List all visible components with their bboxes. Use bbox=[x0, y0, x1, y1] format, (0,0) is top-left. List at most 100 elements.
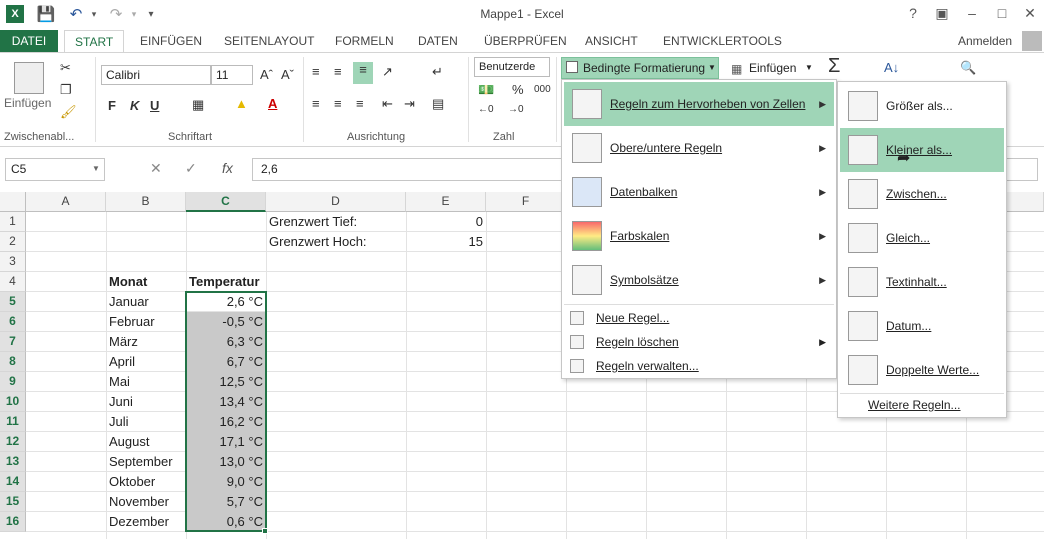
wrap-text-icon[interactable]: ↵ bbox=[432, 64, 443, 80]
sort-filter-icon[interactable]: A↓ bbox=[884, 60, 899, 75]
close-button[interactable]: ✕ bbox=[1020, 5, 1040, 22]
align-top-icon[interactable]: ≡ bbox=[312, 64, 320, 79]
comma-style-button[interactable]: 000 bbox=[534, 84, 551, 95]
borders-icon[interactable]: ▦ bbox=[192, 97, 204, 113]
font-color-icon[interactable]: A bbox=[268, 96, 277, 111]
insert-function-icon[interactable]: fx bbox=[222, 160, 233, 176]
menu-item-top-bottom-rules[interactable]: Obere/untere Regeln ▶ bbox=[564, 126, 834, 170]
menu-item-clear-rules[interactable]: Regeln löschen ▶ bbox=[564, 330, 834, 354]
copy-icon[interactable]: ❐ bbox=[60, 82, 72, 98]
cell-d1[interactable]: Grenzwert Tief: bbox=[266, 212, 406, 232]
cell-month[interactable]: Oktober bbox=[106, 472, 186, 492]
row-header-7[interactable]: 7 bbox=[0, 332, 26, 352]
align-left-icon[interactable]: ≡ bbox=[312, 96, 320, 111]
col-header-c[interactable]: C bbox=[186, 192, 266, 212]
cell-e2[interactable]: 15 bbox=[406, 232, 486, 252]
name-box-dropdown-icon[interactable]: ▼ bbox=[92, 164, 100, 173]
tab-start[interactable]: START bbox=[64, 30, 125, 52]
row-header-1[interactable]: 1 bbox=[0, 212, 26, 232]
submenu-item-more-rules[interactable]: Weitere Regeln... bbox=[868, 398, 961, 412]
decrease-font-icon[interactable]: Aˇ bbox=[281, 67, 294, 82]
menu-item-data-bars[interactable]: Datenbalken ▶ bbox=[564, 170, 834, 214]
col-header-f[interactable]: F bbox=[486, 192, 566, 212]
row-header-8[interactable]: 8 bbox=[0, 352, 26, 372]
submenu-item-less-than[interactable]: Kleiner als... bbox=[840, 128, 1004, 172]
row-header-16[interactable]: 16 bbox=[0, 512, 26, 532]
percent-button[interactable]: % bbox=[512, 82, 524, 97]
decrease-indent-icon[interactable]: ⇤ bbox=[382, 96, 393, 112]
cell-b4[interactable]: Monat bbox=[106, 272, 186, 292]
col-header-d[interactable]: D bbox=[266, 192, 406, 212]
row-header-5[interactable]: 5 bbox=[0, 292, 26, 312]
row-header-2[interactable]: 2 bbox=[0, 232, 26, 252]
row-header-13[interactable]: 13 bbox=[0, 452, 26, 472]
row-header-10[interactable]: 10 bbox=[0, 392, 26, 412]
cut-icon[interactable]: ✂ bbox=[60, 60, 71, 76]
menu-item-manage-rules[interactable]: Regeln verwalten... bbox=[564, 354, 834, 378]
submenu-item-date[interactable]: Datum... bbox=[840, 304, 1004, 348]
row-header-6[interactable]: 6 bbox=[0, 312, 26, 332]
paste-button[interactable]: Einfügen bbox=[4, 96, 51, 110]
align-bottom-icon[interactable]: ≡ bbox=[353, 62, 373, 84]
signin-link[interactable]: Anmelden bbox=[948, 30, 1022, 52]
cell-month[interactable]: August bbox=[106, 432, 186, 452]
insert-cells-button[interactable]: Einfügen bbox=[749, 61, 796, 75]
minimize-button[interactable]: – bbox=[962, 5, 982, 21]
row-header-3[interactable]: 3 bbox=[0, 252, 26, 272]
underline-button[interactable]: U bbox=[150, 98, 159, 113]
merge-center-icon[interactable]: ▤ bbox=[432, 96, 444, 112]
submenu-item-greater-than[interactable]: Größer als... bbox=[840, 84, 1004, 128]
menu-item-color-scales[interactable]: Farbskalen ▶ bbox=[564, 214, 834, 258]
cell-month[interactable]: September bbox=[106, 452, 186, 472]
cancel-icon[interactable]: ✕ bbox=[150, 160, 162, 177]
italic-button[interactable]: K bbox=[130, 98, 139, 113]
accounting-format-icon[interactable]: 💵 bbox=[478, 82, 494, 98]
cell-month[interactable]: März bbox=[106, 332, 186, 352]
cell-month[interactable]: April bbox=[106, 352, 186, 372]
col-header-b[interactable]: B bbox=[106, 192, 186, 212]
submenu-item-text-contains[interactable]: Textinhalt... bbox=[840, 260, 1004, 304]
increase-indent-icon[interactable]: ⇥ bbox=[404, 96, 415, 112]
cell-d2[interactable]: Grenzwert Hoch: bbox=[266, 232, 406, 252]
align-right-icon[interactable]: ≡ bbox=[356, 96, 364, 111]
ribbon-display-options-icon[interactable]: ▣ bbox=[932, 5, 952, 22]
cell-c4[interactable]: Temperatur bbox=[186, 272, 266, 292]
row-header-4[interactable]: 4 bbox=[0, 272, 26, 292]
tab-review[interactable]: ÜBERPRÜFEN bbox=[474, 30, 577, 52]
insert-cells-icon[interactable]: ▦ bbox=[731, 62, 742, 76]
cell-month[interactable]: Januar bbox=[106, 292, 186, 312]
help-button[interactable]: ? bbox=[903, 5, 923, 21]
orientation-icon[interactable]: ↗ bbox=[382, 64, 393, 80]
submenu-item-equal-to[interactable]: Gleich... bbox=[840, 216, 1004, 260]
tab-formulas[interactable]: FORMELN bbox=[325, 30, 404, 52]
maximize-button[interactable]: □ bbox=[992, 5, 1012, 21]
row-header-9[interactable]: 9 bbox=[0, 372, 26, 392]
col-header-e[interactable]: E bbox=[406, 192, 486, 212]
cell-month[interactable]: Juni bbox=[106, 392, 186, 412]
find-select-icon[interactable]: 🔍 bbox=[960, 60, 976, 76]
tab-view[interactable]: ANSICHT bbox=[575, 30, 648, 52]
submenu-item-between[interactable]: Zwischen... bbox=[840, 172, 1004, 216]
autosum-icon[interactable]: Σ bbox=[828, 55, 840, 78]
row-header-12[interactable]: 12 bbox=[0, 432, 26, 452]
col-header-a[interactable]: A bbox=[26, 192, 106, 212]
menu-item-icon-sets[interactable]: Symbolsätze ▶ bbox=[564, 258, 834, 302]
menu-item-new-rule[interactable]: Neue Regel... bbox=[564, 306, 834, 330]
tab-data[interactable]: DATEN bbox=[408, 30, 468, 52]
fill-color-icon[interactable]: ▲ bbox=[235, 96, 248, 111]
row-header-11[interactable]: 11 bbox=[0, 412, 26, 432]
tab-insert[interactable]: EINFÜGEN bbox=[130, 30, 212, 52]
bold-button[interactable]: F bbox=[108, 98, 116, 113]
format-painter-icon[interactable]: 🖌 bbox=[60, 104, 77, 120]
increase-font-icon[interactable]: Aˆ bbox=[260, 67, 273, 82]
tab-file[interactable]: DATEI bbox=[0, 30, 58, 52]
font-size-select[interactable]: 11 bbox=[211, 65, 253, 85]
avatar[interactable] bbox=[1022, 31, 1042, 51]
align-center-icon[interactable]: ≡ bbox=[334, 96, 342, 111]
cell-month[interactable]: Mai bbox=[106, 372, 186, 392]
fill-handle[interactable] bbox=[262, 528, 268, 534]
increase-decimal-icon[interactable]: ←0 bbox=[478, 104, 494, 115]
select-all-corner[interactable] bbox=[0, 192, 26, 212]
cell-month[interactable]: November bbox=[106, 492, 186, 512]
font-name-select[interactable]: Calibri bbox=[101, 65, 211, 85]
